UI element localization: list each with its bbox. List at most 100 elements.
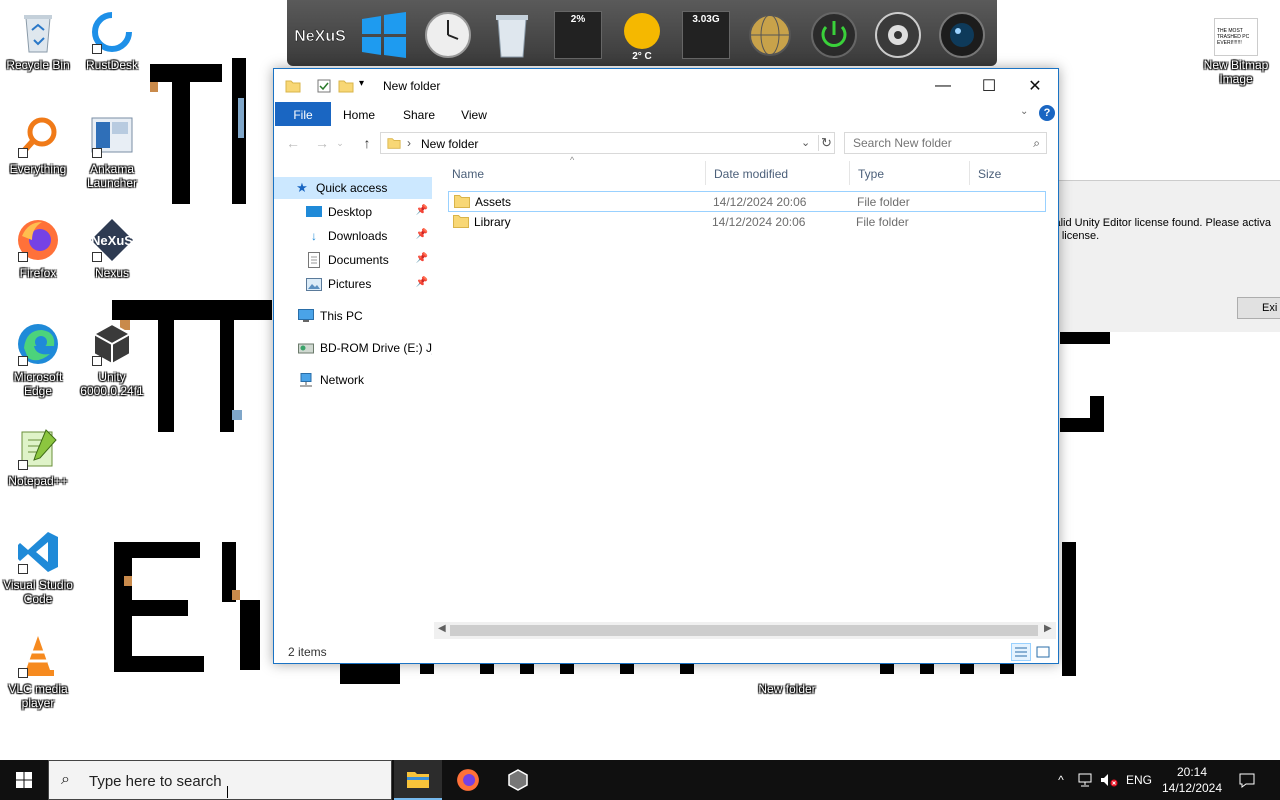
details-view-button[interactable] [1011, 643, 1031, 661]
desktop-icon-nexus[interactable]: NeXuS Nexus [74, 216, 150, 280]
clock-icon[interactable] [421, 8, 475, 62]
column-header-name[interactable]: Name [444, 161, 706, 185]
new-folder-quick-icon[interactable] [338, 78, 354, 94]
breadcrumb[interactable]: New folder [421, 137, 478, 151]
column-header-date-modified[interactable]: Date modified [706, 161, 850, 185]
start-button[interactable] [0, 760, 48, 800]
close-button[interactable]: ✕ [1012, 69, 1058, 102]
power-icon[interactable] [807, 8, 861, 62]
volume-muted-icon[interactable] [1098, 760, 1120, 800]
network-status-icon[interactable] [1074, 760, 1096, 800]
desktop-icon-label: Recycle Bin [6, 58, 70, 72]
tab-home[interactable]: Home [336, 102, 382, 126]
windows-logo-icon[interactable] [357, 8, 411, 62]
desktop-icon-label: Visual Studio Code [3, 578, 73, 606]
cpu-meter-icon[interactable]: 2% [551, 8, 605, 62]
nav-item-network[interactable]: Network [274, 369, 432, 391]
weather-sun-icon[interactable]: 2° C [615, 8, 669, 62]
desktop-icon-label: Everything [9, 162, 67, 176]
desktop-icon-label: New folder [758, 682, 816, 696]
audio-speaker-icon[interactable] [871, 8, 925, 62]
recycle-bin-icon [14, 8, 62, 56]
exit-button[interactable]: Exi [1237, 297, 1280, 319]
details-view-icon [1015, 647, 1027, 657]
taskbar-clock[interactable]: 20:14 14/12/2024 [1160, 764, 1224, 796]
dock-nexus-logo[interactable]: NeXuS [293, 8, 347, 62]
address-history-chevron-icon[interactable]: ⌄ [801, 136, 810, 149]
taskbar-firefox[interactable] [444, 760, 492, 800]
desktop-icon-notepad-plus-plus[interactable]: Notepad++ [0, 424, 76, 488]
navigation-bar: ← → ⌄ ↑ › New folder ⌄ ↻ ⌕ [274, 130, 1058, 156]
search-box[interactable]: ⌕ [844, 132, 1047, 154]
column-header-type[interactable]: Type [850, 161, 970, 185]
nav-item-documents[interactable]: Documents 📌 [274, 249, 432, 271]
back-arrow-icon[interactable]: ← [282, 133, 304, 153]
desktop-icon-ankama-launcher[interactable]: Ankama Launcher [74, 112, 150, 190]
desktop-icon-unity[interactable]: Unity 6000.0.24f1 [74, 320, 150, 398]
table-row[interactable]: Assets 14/12/2024 20:06 File folder [448, 191, 1046, 212]
desktop-icon-firefox[interactable]: Firefox [0, 216, 76, 280]
desktop-icon-recycle-bin[interactable]: Recycle Bin [0, 8, 76, 72]
large-icons-view-icon [1036, 646, 1050, 658]
tab-file[interactable]: File [275, 102, 331, 126]
desktop-icon-vlc[interactable]: VLC media player [0, 632, 76, 710]
desktop-icon-label: VLC media player [8, 682, 68, 710]
desktop-icon-vscode[interactable]: Visual Studio Code [0, 528, 76, 606]
expand-ribbon-chevron-icon[interactable]: ⌄ [1020, 106, 1028, 117]
window-title: New folder [383, 79, 441, 93]
scroll-right-arrow-icon[interactable]: ▶ [1044, 623, 1052, 634]
desktop-icon-rustdesk[interactable]: RustDesk [74, 8, 150, 72]
search-input[interactable] [845, 133, 1015, 153]
pin-icon: 📌 [415, 277, 428, 288]
maximize-button[interactable]: ☐ [966, 69, 1012, 102]
customize-toolbar-chevron-icon[interactable]: ▾ [359, 78, 375, 94]
ram-meter-icon[interactable]: 3.03G [679, 8, 733, 62]
folder-icon [285, 78, 301, 94]
title-bar[interactable]: ▾ New folder — ☐ ✕ [274, 69, 1058, 102]
desktop-icon-everything[interactable]: Everything [0, 112, 76, 176]
recent-locations-chevron-icon[interactable]: ⌄ [334, 133, 346, 153]
input-language[interactable]: ENG [1124, 760, 1154, 800]
taskbar-unity[interactable] [494, 760, 542, 800]
horizontal-scrollbar[interactable]: ◀ ▶ [434, 622, 1056, 639]
taskbar-search-box[interactable]: ⌕ Type here to search [48, 760, 392, 800]
nav-item-this-pc[interactable]: This PC [274, 305, 432, 327]
nav-item-pictures[interactable]: Pictures 📌 [274, 273, 432, 295]
file-name: Library [474, 215, 511, 229]
recycle-bin-dock-icon[interactable] [485, 8, 539, 62]
status-bar: 2 items [274, 641, 1058, 663]
table-row[interactable]: Library 14/12/2024 20:06 File folder [448, 212, 1046, 233]
desktop-icon-new-folder[interactable]: New folder [749, 664, 825, 696]
taskbar-file-explorer[interactable] [394, 760, 442, 800]
network-icon [298, 372, 314, 388]
camera-lens-icon[interactable] [935, 8, 989, 62]
up-arrow-icon[interactable]: ↑ [356, 133, 378, 153]
show-hidden-icons-chevron-icon[interactable]: ^ [1052, 760, 1070, 800]
globe-icon[interactable] [743, 8, 797, 62]
document-icon [306, 252, 322, 268]
address-bar[interactable]: › New folder ⌄ ↻ [380, 132, 835, 154]
firefox-icon [457, 769, 479, 791]
properties-checkbox-icon[interactable] [316, 78, 332, 94]
pin-icon: 📌 [415, 229, 428, 240]
desktop-icon-label: Firefox [19, 266, 57, 280]
nav-item-bd-rom-drive[interactable]: BD-ROM Drive (E:) J_C [274, 337, 432, 359]
tab-share[interactable]: Share [394, 102, 444, 126]
refresh-icon[interactable]: ↻ [818, 135, 834, 151]
text-cursor [227, 786, 233, 798]
help-icon[interactable]: ? [1039, 105, 1055, 121]
tab-view[interactable]: View [452, 102, 496, 126]
nav-item-desktop[interactable]: Desktop 📌 [274, 201, 432, 223]
scroll-left-arrow-icon[interactable]: ◀ [438, 623, 446, 634]
folder-icon [453, 214, 469, 231]
forward-arrow-icon[interactable]: → [311, 133, 333, 153]
minimize-button[interactable]: — [920, 69, 966, 102]
desktop-icon-edge[interactable]: Microsoft Edge [0, 320, 76, 398]
desktop-icon-new-bitmap[interactable]: THE MOST TRASHED PC EVERI!!!!!!! New Bit… [1198, 18, 1274, 86]
notification-center-icon[interactable] [1236, 760, 1258, 800]
scrollbar-thumb[interactable] [450, 625, 1038, 636]
nav-item-downloads[interactable]: ↓ Downloads 📌 [274, 225, 432, 247]
column-header-size[interactable]: Size [970, 161, 1050, 185]
large-icons-view-button[interactable] [1033, 643, 1053, 661]
nav-item-quick-access[interactable]: ★ Quick access [274, 177, 432, 199]
